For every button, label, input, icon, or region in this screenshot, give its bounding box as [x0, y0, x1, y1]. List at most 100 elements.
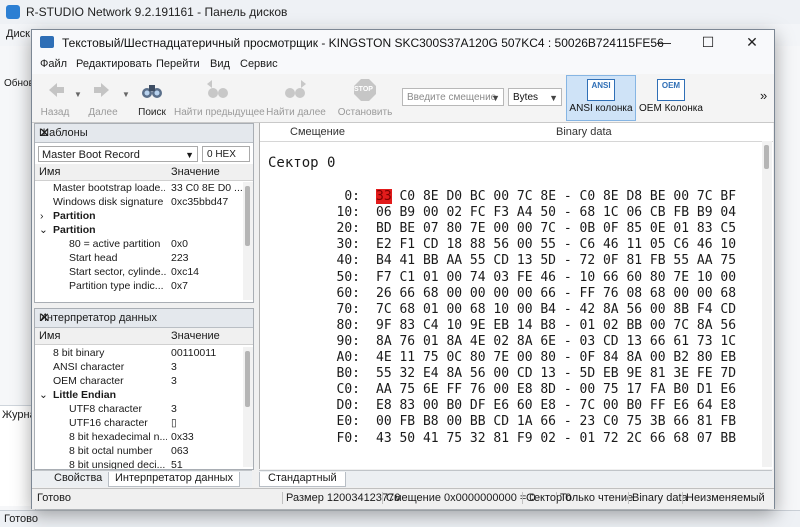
window-title: Текстовый/Шестнадцатеричный просмотрщик …: [62, 36, 664, 50]
hex-offset: E0:: [336, 414, 360, 430]
close-icon[interactable]: ✕: [39, 125, 247, 141]
templates-scrollbar[interactable]: [243, 182, 253, 300]
hex-bytes[interactable]: 26 66 68 00 00 00 00 66 - FF 76 08 68 00…: [376, 286, 736, 301]
back-dropdown-icon[interactable]: ▼: [74, 90, 82, 99]
background-title-bar: R-STUDIO Network 9.2.191161 - Панель дис…: [0, 0, 800, 24]
template-row[interactable]: Master bootstrap loade... 33 C0 8E D0 ...: [35, 182, 243, 196]
sector-label: Сектор 0: [268, 155, 336, 171]
interpreter-row[interactable]: 8 bit unsigned deci... 51: [35, 459, 243, 469]
close-icon[interactable]: ✕: [39, 310, 247, 326]
interpreter-panel-header: Интерпретатор данных ✕: [35, 309, 253, 328]
offset-input[interactable]: Введите смещение ▼: [402, 88, 504, 106]
hex-scrollbar[interactable]: [762, 141, 772, 467]
background-menu-disk[interactable]: Диск: [6, 28, 30, 40]
hex-offset: 50:: [336, 269, 360, 285]
hex-view[interactable]: Смещение Binary data Сектор 0 0: 33 C0 8E…: [259, 123, 773, 469]
interpreter-scrollbar[interactable]: [243, 347, 253, 467]
unit-select[interactable]: Bytes ▼: [508, 88, 562, 106]
template-select[interactable]: Master Boot Record ▼: [38, 146, 198, 162]
tab-properties[interactable]: Свойства: [48, 472, 108, 486]
selected-byte[interactable]: 33: [376, 189, 392, 204]
hex-offset: A0:: [336, 350, 360, 365]
tab-data-interpreter[interactable]: Интерпретатор данных: [108, 472, 241, 487]
hex-offset: D0:: [336, 398, 360, 414]
ansi-column-button[interactable]: ANSI ANSI колонка: [566, 75, 636, 121]
chevron-down-icon: ⌄: [39, 389, 48, 401]
hex-bytes[interactable]: 9F 83 C4 10 9E EB 14 B8 - 01 02 BB 00 7C…: [376, 318, 736, 333]
oem-column-button[interactable]: OEM OEM Колонка: [636, 76, 706, 120]
background-title: R-STUDIO Network 9.2.191161 - Панель дис…: [26, 5, 288, 19]
status-offset: Смещение 0x0000000000 = 0: [382, 492, 536, 504]
templates-grid-header: Имя Значение: [35, 164, 253, 181]
interpreter-row[interactable]: UTF8 character 3: [35, 403, 243, 417]
template-row-partition[interactable]: ⌄ Partition: [35, 224, 243, 238]
interpreter-row[interactable]: OEM character 3: [35, 375, 243, 389]
arrow-right-icon: [94, 83, 109, 97]
window-icon: [40, 36, 54, 48]
forward-dropdown-icon[interactable]: ▼: [122, 90, 130, 99]
interpreter-row[interactable]: 8 bit binary 00110011: [35, 347, 243, 361]
hex-bytes[interactable]: B4 41 BB AA 55 CD 13 5D - 72 0F 81 FB 55…: [376, 253, 736, 268]
background-status-text: Готово: [4, 513, 38, 525]
interpreter-panel: Интерпретатор данных ✕ Имя Значение 8 bi…: [34, 308, 254, 470]
menu-go[interactable]: Перейти: [156, 58, 200, 70]
stop-button[interactable]: STOP Остановить: [334, 76, 396, 120]
forward-button[interactable]: Далее: [82, 76, 124, 120]
interpreter-row[interactable]: 8 bit octal number 063: [35, 445, 243, 459]
hex-bytes[interactable]: E2 F1 CD 18 88 56 00 55 - C6 46 11 05 C6…: [376, 237, 736, 252]
hex-bytes[interactable]: 43 50 41 75 32 81 F9 02 - 01 72 2C 66 68…: [376, 431, 736, 446]
minimize-button[interactable]: —: [642, 30, 686, 54]
template-row[interactable]: Start head 223: [35, 252, 243, 266]
template-row[interactable]: Partition type indic... 0x7: [35, 280, 243, 294]
maximize-button[interactable]: ☐: [686, 30, 730, 54]
template-row[interactable]: 80 = active partition 0x0: [35, 238, 243, 252]
hex-bytes[interactable]: 7C 68 01 00 68 10 00 B4 - 42 8A 56 00 8B…: [376, 302, 736, 317]
hex-offset: 10:: [336, 205, 360, 221]
interpreter-row[interactable]: UTF16 character ▯: [35, 417, 243, 431]
menu-bar: Файл Редактировать Перейти Вид Сервис: [32, 54, 774, 75]
background-log-panel: Журна: [0, 405, 36, 506]
tab-standard[interactable]: Стандартный: [259, 472, 346, 487]
interpreter-row-little-endian[interactable]: ⌄ Little Endian: [35, 389, 243, 403]
interpreter-grid-header: Имя Значение: [35, 328, 253, 345]
templates-panel: Шаблоны ✕ Master Boot Record ▼ 0 HEX Имя…: [34, 123, 254, 303]
find-next-button[interactable]: Найти далее: [264, 76, 328, 120]
hex-bytes[interactable]: AA 75 6E FF 76 00 E8 8D - 00 75 17 FA B0…: [376, 382, 736, 397]
hex-bytes[interactable]: 55 32 E4 8A 56 00 CD 13 - 5D EB 9E 81 3E…: [376, 366, 736, 381]
left-panel-tabs: Свойства Интерпретатор данных: [32, 470, 252, 487]
template-row[interactable]: Windows disk signature 0xc35bbd47: [35, 196, 243, 210]
close-button[interactable]: ✕: [730, 30, 774, 54]
back-button[interactable]: Назад: [34, 76, 76, 120]
hex-bytes[interactable]: 8A 76 01 8A 4E 02 8A 6E - 03 CD 13 66 61…: [376, 334, 736, 349]
hex-offset: 30:: [336, 237, 360, 253]
background-refresh-label[interactable]: Обнов: [4, 78, 34, 89]
menu-file[interactable]: Файл: [40, 58, 67, 70]
status-bar: Готово Размер 120034123776 Смещение 0x00…: [32, 488, 774, 509]
search-button[interactable]: Поиск: [132, 76, 172, 120]
hex-bytes[interactable]: F7 C1 01 00 74 03 FE 46 - 10 66 60 80 7E…: [376, 270, 736, 285]
hex-bytes[interactable]: 00 FB B8 00 BB CD 1A 66 - 23 C0 75 3B 66…: [376, 414, 736, 429]
menu-view[interactable]: Вид: [210, 58, 230, 70]
menu-edit[interactable]: Редактировать: [76, 58, 152, 70]
hex-bytes[interactable]: BD BE 07 80 7E 00 00 7C - 0B 0F 85 0E 01…: [376, 221, 736, 236]
find-previous-button[interactable]: Найти предыдущее: [174, 76, 265, 120]
interpreter-row[interactable]: 8 bit hexadecimal n... 0x33: [35, 431, 243, 445]
window-title-bar[interactable]: Текстовый/Шестнадцатеричный просмотрщик …: [32, 30, 774, 54]
interpreter-row[interactable]: ANSI character 3: [35, 361, 243, 375]
hex-offset: 80:: [336, 317, 360, 333]
hex-bytes[interactable]: E8 83 00 B0 DF E6 60 E8 - 7C 00 B0 FF E6…: [376, 398, 736, 413]
chevron-down-icon: ⌄: [39, 224, 48, 236]
data-column-header: Binary data: [556, 126, 612, 138]
template-row-partition[interactable]: › Partition: [35, 210, 243, 224]
hex-bytes[interactable]: 4E 11 75 0C 80 7E 00 80 - 0F 84 8A 00 B2…: [376, 350, 736, 365]
hex-bytes[interactable]: 06 B9 00 02 FC F3 A4 50 - 68 1C 06 CB FB…: [376, 205, 736, 220]
hex-view-header: Смещение Binary data: [260, 123, 773, 142]
hex-bytes[interactable]: 33 C0 8E D0 BC 00 7C 8E - C0 8E D8 BE 00…: [376, 189, 736, 204]
hex-offset: 90:: [336, 333, 360, 349]
template-row[interactable]: Start sector, cylinde... 0xc14: [35, 266, 243, 280]
toolbar: Назад ▼ Далее ▼ Поиск Найти предыдущее Н…: [32, 74, 774, 123]
toolbar-overflow-button[interactable]: »: [760, 88, 767, 103]
binoculars-icon: [142, 85, 162, 98]
menu-service[interactable]: Сервис: [240, 58, 278, 70]
hex-toggle-field[interactable]: 0 HEX: [202, 146, 250, 162]
